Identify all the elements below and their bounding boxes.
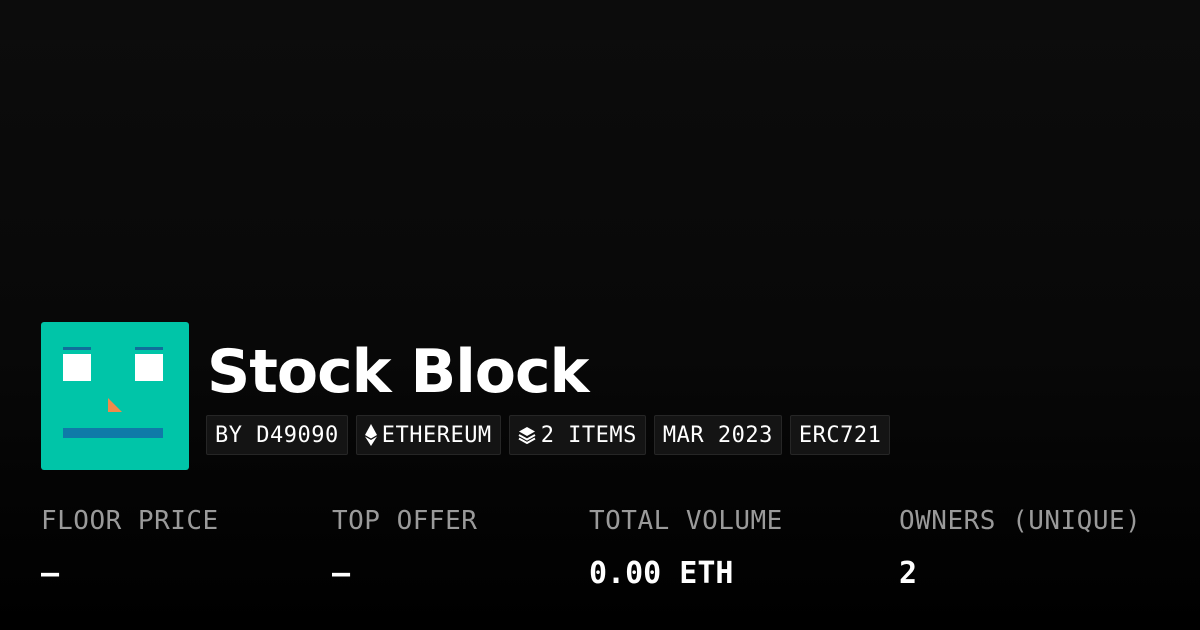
items-badge-label: 2 ITEMS [540, 422, 637, 448]
total-volume-value: 0.00 ETH [589, 556, 734, 591]
items-badge[interactable]: 2 ITEMS [508, 415, 646, 455]
avatar-left-brow [63, 347, 91, 350]
standard-badge-label: ERC721 [798, 422, 882, 448]
avatar-background [41, 322, 189, 470]
total-volume-stat: TOTAL VOLUME 0.00 ETH [589, 505, 783, 591]
date-badge: MAR 2023 [653, 415, 782, 455]
avatar-mouth [63, 428, 163, 438]
date-badge-label: MAR 2023 [662, 422, 773, 448]
top-offer-value: – [332, 556, 351, 591]
top-offer-stat: TOP OFFER – [332, 505, 477, 591]
creator-badge-label: BY D49090 [215, 422, 339, 448]
floor-price-stat: FLOOR PRICE – [41, 505, 219, 591]
collection-badges: BY D49090 ETHEREUM 2 ITEMS MAR 2023 ERC7… [206, 415, 891, 455]
collection-title: Stock Block [207, 337, 589, 407]
avatar-face-image [41, 322, 189, 470]
avatar-right-brow [135, 347, 163, 350]
owners-stat: OWNERS (UNIQUE) 2 [899, 505, 1141, 591]
floor-price-label: FLOOR PRICE [41, 506, 219, 536]
collection-avatar [41, 322, 189, 470]
layers-icon [518, 426, 536, 444]
ethereum-icon [364, 424, 377, 446]
chain-badge[interactable]: ETHEREUM [355, 415, 501, 455]
avatar-right-eye [135, 354, 163, 381]
total-volume-label: TOTAL VOLUME [589, 506, 783, 536]
standard-badge: ERC721 [789, 415, 891, 455]
creator-badge[interactable]: BY D49090 [206, 415, 348, 455]
floor-price-value: – [41, 556, 60, 591]
chain-badge-label: ETHEREUM [381, 422, 492, 448]
top-offer-label: TOP OFFER [332, 506, 478, 536]
owners-value: 2 [899, 556, 918, 591]
owners-label: OWNERS (UNIQUE) [899, 506, 1142, 536]
avatar-left-eye [63, 354, 91, 381]
